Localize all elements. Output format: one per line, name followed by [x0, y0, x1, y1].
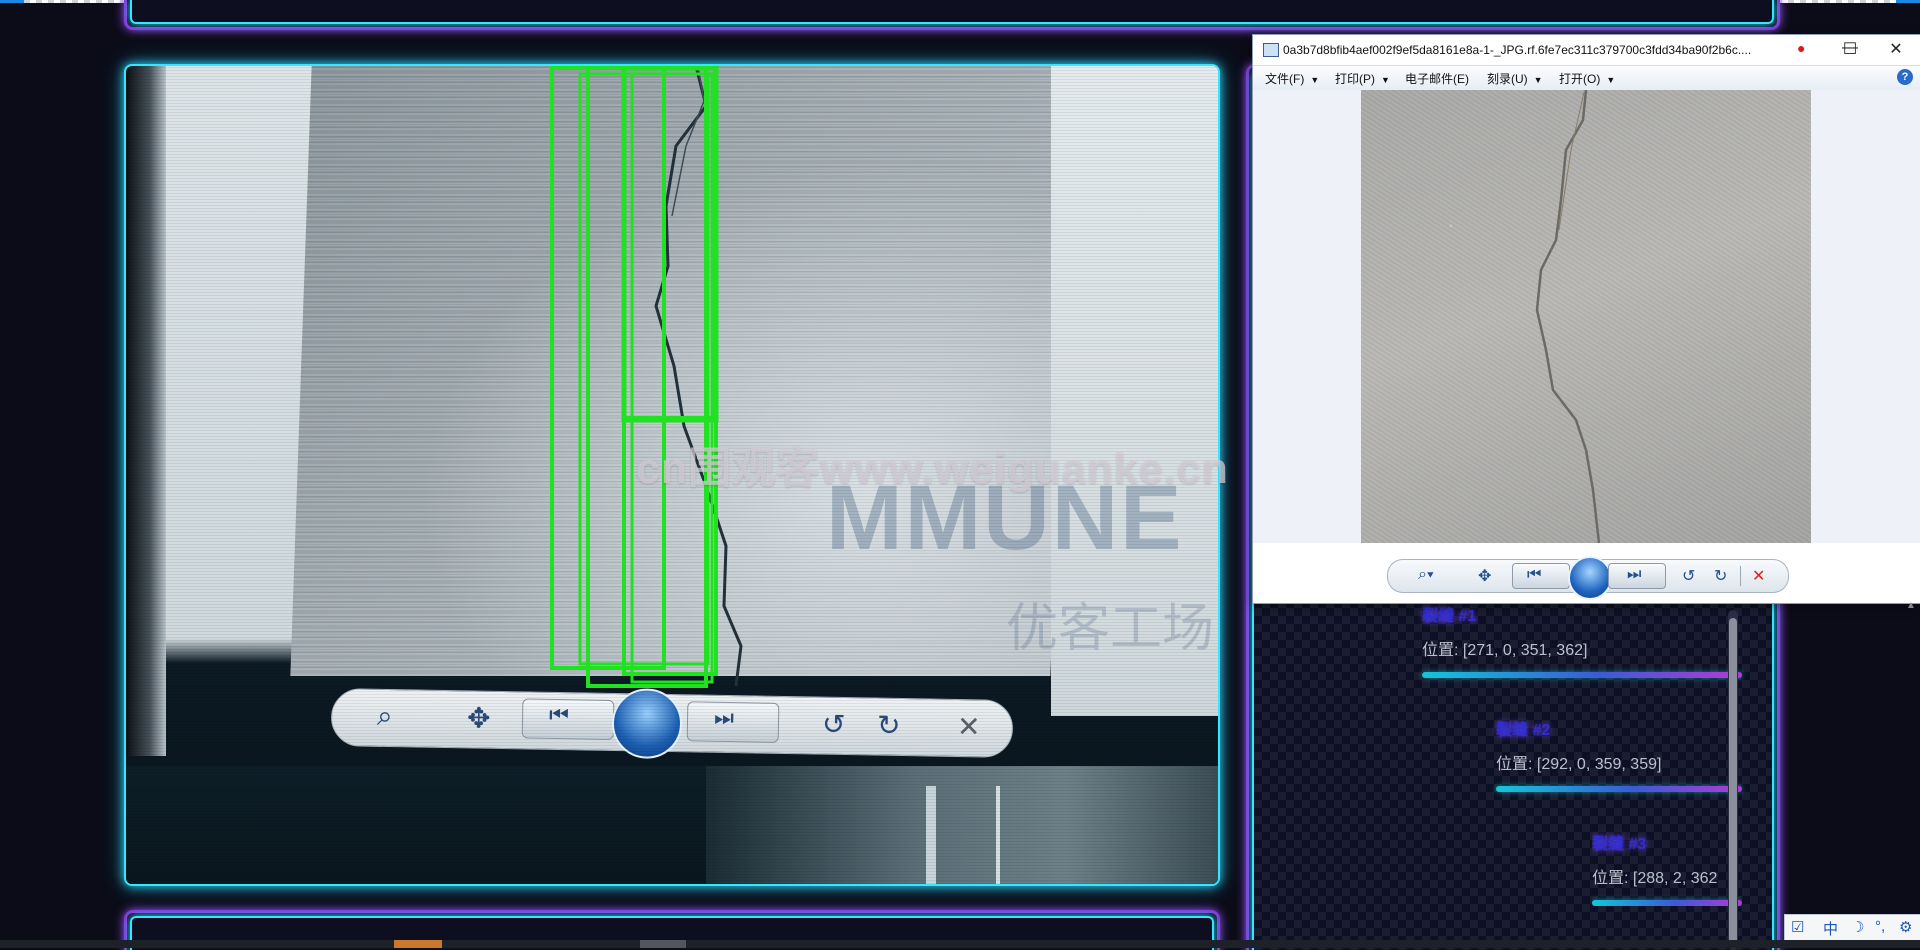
menu-open[interactable]: 打开(O) ▼ — [1559, 70, 1615, 87]
delete-icon[interactable]: ✕ — [1752, 566, 1765, 586]
crack-item: 裂缝 #1 位置: [271, 0, 351, 362] — [1422, 602, 1742, 678]
maximize-button[interactable]: ☐ — [1827, 37, 1873, 63]
menu-email-label: 电子邮件(E) — [1405, 72, 1469, 86]
detection-box — [630, 72, 714, 684]
menu-burn-label: 刻录(U) — [1487, 72, 1528, 86]
ime-punctuation-icon[interactable]: °, — [1875, 918, 1885, 935]
page-scrollbar[interactable]: ▲ — [1906, 600, 1916, 900]
menu-file-label: 文件(F) — [1265, 72, 1305, 86]
taskbar — [0, 940, 1920, 948]
crack-position: 位置: [292, 0, 359, 359] — [1496, 756, 1662, 773]
close-button[interactable]: ✕ — [1873, 37, 1919, 63]
viewer-menubar: 文件(F) ▼ 打印(P) ▼ 电子邮件(E) 刻录(U) ▼ 打开(O) ▼ ? — [1253, 65, 1920, 91]
top-panel — [124, 0, 1780, 30]
crack-list-scrollbar[interactable] — [1728, 610, 1738, 950]
zoom-icon[interactable]: ⌕▾ — [1418, 566, 1434, 584]
actual-size-icon[interactable]: ✥ — [1478, 566, 1491, 586]
previous-button[interactable]: ⏮ — [1512, 563, 1570, 589]
chevron-down-icon: ▼ — [1381, 75, 1390, 85]
photo-viewer-window: 0a3b7d8bfib4aef002f9ef5da8161e8a-1-_JPG.… — [1252, 34, 1920, 604]
crack-title: 裂缝 #3 — [1592, 836, 1647, 853]
scroll-up-icon[interactable]: ▲ — [1906, 600, 1916, 611]
chevron-down-icon: ▼ — [1310, 75, 1320, 85]
taskbar-item[interactable] — [394, 940, 442, 948]
chevron-down-icon: ▼ — [1533, 75, 1543, 85]
viewer-canvas — [1253, 89, 1920, 544]
viewer-road-image — [1361, 89, 1811, 544]
next-button[interactable]: ⏭ — [1608, 563, 1666, 589]
notification-icon[interactable]: ● — [1797, 40, 1805, 56]
next-icon: ⏭ — [1627, 566, 1642, 583]
crack-confidence-bar — [1422, 672, 1742, 678]
crack-confidence-bar — [1592, 900, 1742, 906]
menu-print[interactable]: 打印(P) ▼ — [1335, 70, 1390, 87]
previous-icon: ⏮ — [1527, 566, 1542, 583]
help-icon[interactable]: ? — [1897, 69, 1913, 85]
detection-box — [550, 66, 666, 670]
detection-box — [621, 66, 719, 423]
menu-file[interactable]: 文件(F) ▼ — [1265, 70, 1319, 87]
crack-item: 裂缝 #3 位置: [288, 2, 362 — [1592, 830, 1742, 906]
crack-confidence-bar — [1496, 786, 1742, 792]
menu-burn[interactable]: 刻录(U) ▼ — [1487, 70, 1543, 87]
site-watermark: cn围观客www.weiguanke.cn — [636, 445, 1229, 493]
photo-viewer-app-icon — [1263, 43, 1279, 57]
ime-toolbar: ☑ 中 ☽ °, ⚙ — [1784, 914, 1920, 942]
top-panel-inner — [130, 0, 1774, 24]
ime-moon-icon[interactable]: ☽ — [1851, 918, 1864, 936]
crack-position: 位置: [271, 0, 351, 362] — [1422, 642, 1588, 659]
ime-settings-icon[interactable]: ⚙ — [1899, 918, 1912, 936]
viewer-titlebar[interactable]: 0a3b7d8bfib4aef002f9ef5da8161e8a-1-_JPG.… — [1253, 35, 1920, 65]
crack-item: 裂缝 #2 位置: [292, 0, 359, 359] — [1496, 716, 1742, 792]
crack-title: 裂缝 #1 — [1422, 608, 1477, 625]
viewer-title: 0a3b7d8bfib4aef002f9ef5da8161e8a-1-_JPG.… — [1283, 43, 1752, 57]
ime-check-icon[interactable]: ☑ — [1791, 918, 1804, 936]
ime-language-toggle[interactable]: 中 — [1823, 918, 1838, 939]
crack-title: 裂缝 #2 — [1496, 722, 1551, 739]
toolbar-separator — [1740, 566, 1741, 586]
viewer-crack-line — [1535, 89, 1601, 544]
rotate-right-icon[interactable]: ↻ — [1714, 566, 1727, 586]
crack-list-scroll-thumb[interactable] — [1729, 618, 1737, 948]
taskbar-item[interactable] — [640, 940, 686, 948]
chevron-down-icon: ▼ — [1606, 75, 1616, 85]
detection-box — [578, 72, 710, 666]
viewer-toolbar: ⌕▾ ✥ ⏮ ⏭ ↺ ↻ ✕ — [1387, 556, 1789, 600]
slideshow-button[interactable] — [1568, 556, 1612, 600]
crack-position: 位置: [288, 2, 362 — [1592, 870, 1718, 887]
rotate-left-icon[interactable]: ↺ — [1682, 566, 1695, 586]
menu-print-label: 打印(P) — [1335, 72, 1375, 86]
detection-box — [586, 66, 708, 688]
menu-open-label: 打开(O) — [1559, 72, 1601, 86]
menu-email[interactable]: 电子邮件(E) — [1405, 70, 1469, 87]
